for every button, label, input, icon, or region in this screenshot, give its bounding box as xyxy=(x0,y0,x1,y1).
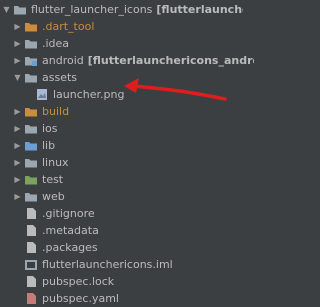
chevron-right-icon[interactable]: ▶ xyxy=(13,173,22,185)
tree-item-lib[interactable]: ▶ lib xyxy=(0,136,254,154)
iml-file-icon xyxy=(24,258,38,271)
folder-icon xyxy=(24,105,38,118)
chevron-right-icon[interactable]: ▶ xyxy=(13,122,22,134)
tree-item-assets[interactable]: ▼ assets xyxy=(0,68,254,86)
chevron-down-icon[interactable]: ▼ xyxy=(2,3,11,15)
module-folder-icon xyxy=(24,54,38,67)
yaml-file-icon xyxy=(24,292,38,305)
tree-item-label: pubspec.yaml xyxy=(42,291,119,305)
tree-item-test[interactable]: ▶ test xyxy=(0,170,254,188)
folder-icon xyxy=(24,37,38,50)
folder-icon xyxy=(13,3,27,16)
tree-item-label: lib xyxy=(42,138,56,152)
file-icon xyxy=(24,275,38,288)
source-folder-icon xyxy=(24,139,38,152)
tree-item-label: assets xyxy=(42,70,78,84)
file-icon xyxy=(24,224,38,237)
module-name: [flutterlaunchericons] xyxy=(156,2,243,16)
tree-item-ios[interactable]: ▶ ios xyxy=(0,119,254,137)
folder-icon xyxy=(24,122,38,135)
tree-item-iml[interactable]: flutterlaunchericons.iml xyxy=(0,255,265,273)
chevron-right-icon[interactable]: ▶ xyxy=(13,105,22,117)
tree-item-packages[interactable]: .packages xyxy=(0,238,265,256)
tree-item-launcher-png[interactable]: launcher.png xyxy=(0,85,276,103)
tree-item-label: android xyxy=(42,53,84,67)
tree-item-dart-tool[interactable]: ▶ .dart_tool xyxy=(0,17,254,35)
tree-item-metadata[interactable]: .metadata xyxy=(0,221,265,239)
tree-item-label: build xyxy=(42,104,70,118)
folder-icon xyxy=(24,20,38,33)
folder-icon xyxy=(24,190,38,203)
chevron-right-icon[interactable]: ▶ xyxy=(13,37,22,49)
file-icon xyxy=(24,241,38,254)
module-name: [flutterlaunchericons_android] xyxy=(87,53,254,67)
tree-item-root[interactable]: ▼ flutter_launcher_icons [flutterlaunche… xyxy=(0,0,243,18)
tree-item-label: linux xyxy=(42,155,69,169)
folder-icon xyxy=(24,71,38,84)
tree-item-web[interactable]: ▶ web xyxy=(0,187,254,205)
tree-item-android[interactable]: ▶ android [flutterlaunchericons_android] xyxy=(0,51,254,69)
tree-item-gitignore[interactable]: .gitignore xyxy=(0,204,265,222)
tree-item-label: .metadata xyxy=(42,223,99,237)
tree-item-pubspec-lock[interactable]: pubspec.lock xyxy=(0,272,265,290)
tree-item-pubspec-yaml[interactable]: pubspec.yaml xyxy=(0,289,265,307)
tree-item-label: .packages xyxy=(42,240,98,254)
tree-item-label: flutter_launcher_icons xyxy=(31,2,153,16)
chevron-down-icon[interactable]: ▼ xyxy=(13,71,22,83)
chevron-right-icon[interactable]: ▶ xyxy=(13,20,22,32)
test-folder-icon xyxy=(24,173,38,186)
tree-item-label: test xyxy=(42,172,64,186)
project-tree: ▼ flutter_launcher_icons [flutterlaunche… xyxy=(0,0,254,305)
tree-item-label: launcher.png xyxy=(53,87,125,101)
tree-item-label: .gitignore xyxy=(42,206,95,220)
chevron-right-icon[interactable]: ▶ xyxy=(13,139,22,151)
tree-item-label: web xyxy=(42,189,65,203)
chevron-right-icon[interactable]: ▶ xyxy=(13,190,22,202)
chevron-right-icon[interactable]: ▶ xyxy=(13,54,22,66)
tree-item-label: .idea xyxy=(42,36,70,50)
tree-item-label: pubspec.lock xyxy=(42,274,115,288)
tree-item-label: .dart_tool xyxy=(42,19,95,33)
file-icon xyxy=(24,207,38,220)
folder-icon xyxy=(24,156,38,169)
tree-item-linux[interactable]: ▶ linux xyxy=(0,153,254,171)
tree-item-build[interactable]: ▶ build xyxy=(0,102,254,120)
tree-item-idea[interactable]: ▶ .idea xyxy=(0,34,254,52)
tree-item-label: ios xyxy=(42,121,58,135)
image-file-icon xyxy=(35,88,49,101)
chevron-right-icon[interactable]: ▶ xyxy=(13,156,22,168)
tree-item-label: flutterlaunchericons.iml xyxy=(42,257,173,271)
